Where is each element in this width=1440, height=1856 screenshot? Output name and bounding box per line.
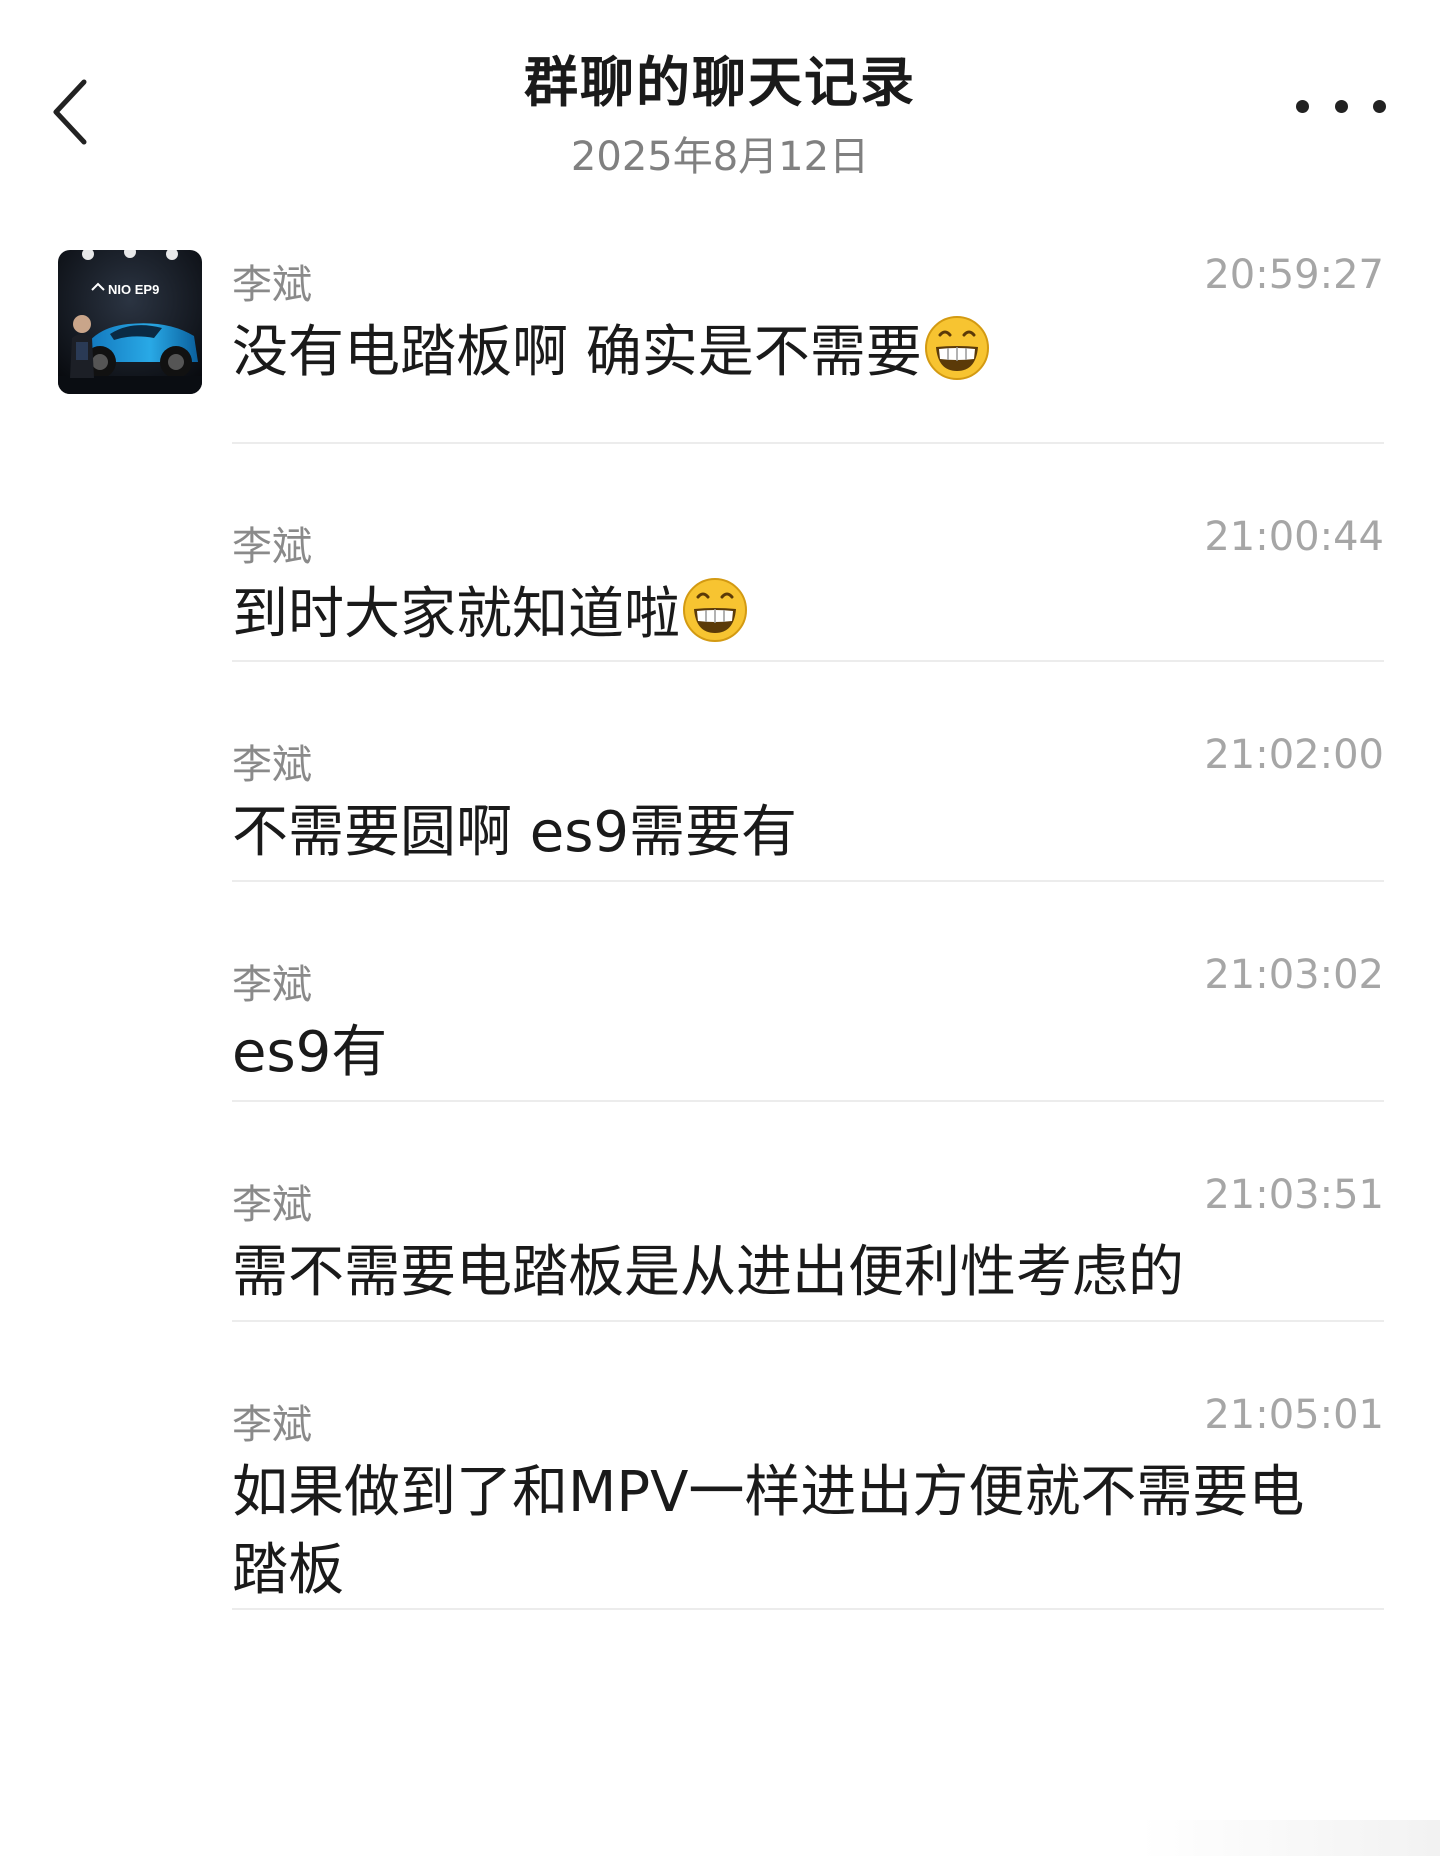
message-text: es9有: [232, 1020, 388, 1085]
message-item[interactable]: 李斌 21:03:02 es9有: [232, 882, 1384, 1102]
message-text: 需不需要电踏板是从进出便利性考虑的: [232, 1240, 1184, 1305]
more-horizontal-icon: [1296, 99, 1309, 113]
message-text-content: 到时大家就知道啦: [232, 582, 680, 647]
sender-name: 李斌: [232, 262, 312, 308]
sender-name: 李斌: [232, 524, 312, 570]
header: 群聊的聊天记录 2025年8月12日: [0, 0, 1440, 200]
message-text-content: 没有电踏板啊 确实是不需要: [232, 320, 922, 385]
message-text: 没有电踏板啊 确实是不需要: [232, 308, 1384, 392]
message-text: 如果做到了和MPV一样进出方便就不需要电踏板: [232, 1460, 1305, 1603]
message-time: 21:03:51: [1204, 1172, 1384, 1218]
message-list: 李斌 20:59:27 没有电踏板啊 确实是不需要 李斌 21:00:44 到时…: [232, 248, 1384, 1610]
message-text: 不需要圆啊 es9需要有: [232, 800, 798, 865]
avatar[interactable]: NIO EP9: [58, 250, 202, 394]
message-time: 21:02:00: [1204, 732, 1384, 778]
sender-name: 李斌: [232, 1402, 312, 1448]
message-item[interactable]: 李斌 21:00:44 到时大家就知道啦: [232, 444, 1384, 662]
sender-name: 李斌: [232, 962, 312, 1008]
message-time: 21:00:44: [1204, 514, 1384, 560]
message-item[interactable]: 李斌 21:02:00 不需要圆啊 es9需要有: [232, 662, 1384, 882]
message-item[interactable]: 李斌 21:05:01 如果做到了和MPV一样进出方便就不需要电踏板: [232, 1322, 1384, 1610]
message-item[interactable]: 李斌 21:03:51 需不需要电踏板是从进出便利性考虑的: [232, 1102, 1384, 1322]
page-title: 群聊的聊天记录: [524, 51, 916, 114]
watermark: [1140, 1820, 1440, 1856]
message-time: 20:59:27: [1204, 252, 1384, 298]
avatar-image: NIO EP9: [58, 250, 202, 394]
sender-name: 李斌: [232, 1182, 312, 1228]
more-button[interactable]: [1296, 88, 1386, 124]
message-time: 21:03:02: [1204, 952, 1384, 998]
sender-name: 李斌: [232, 742, 312, 788]
grinning-face-emoji-icon: [924, 316, 989, 380]
avatar-logo-text: NIO EP9: [108, 282, 159, 297]
message-time: 21:05:01: [1204, 1392, 1384, 1438]
message-text: 到时大家就知道啦: [232, 570, 1384, 654]
page-subtitle-date: 2025年8月12日: [570, 134, 870, 180]
message-item[interactable]: 李斌 20:59:27 没有电踏板啊 确实是不需要: [232, 248, 1384, 444]
grinning-face-emoji-icon: [683, 578, 747, 642]
